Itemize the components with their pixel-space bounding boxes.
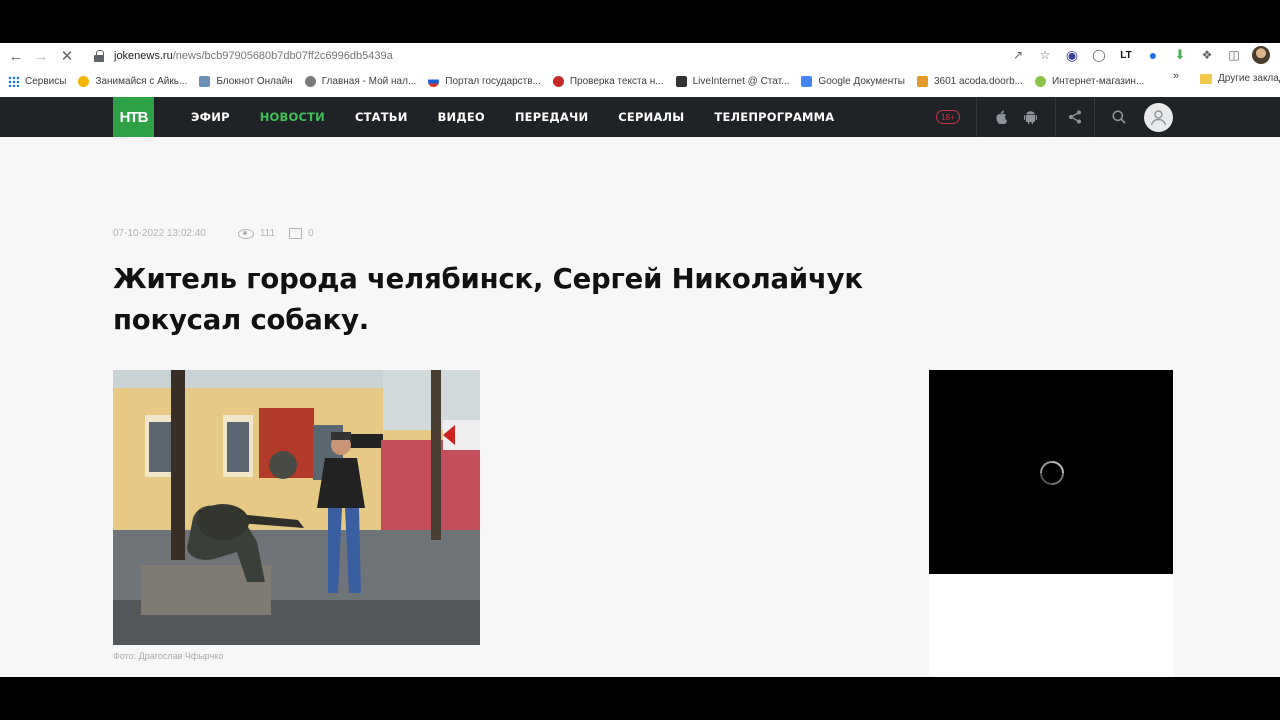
folder-icon (1200, 73, 1212, 84)
site-logo[interactable]: НТВ (113, 97, 154, 137)
loading-spinner-icon (1040, 461, 1064, 485)
bookmark-item[interactable]: Главная - Мой нал... (304, 75, 417, 87)
other-bookmarks-folder[interactable]: Другие заклад (1200, 73, 1280, 84)
search-icon[interactable] (1112, 110, 1126, 124)
bookmark-item[interactable]: Google Документы (801, 75, 905, 87)
bookmarks-bar: Сервисы Занимайся с Айкь... Блокнот Онла… (0, 70, 1280, 92)
share-page-icon[interactable]: ↗ (1009, 46, 1027, 64)
menu-item-articles[interactable]: СТАТЬИ (355, 110, 408, 124)
toolbar-icons: ↗ ☆ ◉ ◯ LT ● ⬇ ❖ ◫ (1009, 46, 1270, 64)
menu-item-efir[interactable]: ЭФИР (191, 110, 230, 124)
menu-item-shows[interactable]: ПЕРЕДАЧИ (515, 110, 588, 124)
header-divider (1094, 97, 1095, 137)
bookmark-label: Блокнот Онлайн (216, 75, 293, 87)
eye-icon (237, 228, 254, 239)
forward-arrow-icon[interactable]: → (31, 46, 51, 66)
apps-grid-icon (8, 75, 19, 87)
stop-loading-icon[interactable]: ✕ (57, 46, 77, 66)
user-icon (1150, 110, 1167, 126)
publish-date: 07-10-2022 13:02:40 (113, 228, 206, 239)
extension-download-icon[interactable]: ⬇ (1171, 46, 1189, 64)
bookmark-item[interactable]: 3601 acoda.doorb... (917, 75, 1023, 87)
bookmark-item[interactable]: LiveInternet @ Стат... (675, 75, 790, 87)
profile-avatar-icon[interactable] (1252, 46, 1270, 64)
bookmark-label: Занимайся с Айкь... (95, 75, 188, 87)
photo-caption: Фото: Драгослав Чфырчко (113, 651, 224, 661)
android-app-icon[interactable] (1023, 110, 1037, 124)
article-page: 07-10-2022 13:02:40 111 0 Житель города … (0, 137, 1280, 677)
comments-count[interactable]: 0 (289, 228, 314, 239)
menu-item-video[interactable]: ВИДЕО (438, 110, 485, 124)
article-meta: 07-10-2022 13:02:40 111 0 (113, 228, 314, 239)
extension-blue-icon[interactable]: ● (1144, 46, 1162, 64)
url-text: jokenews.ru/news/bcb97905680b7db07ff2c69… (114, 50, 393, 62)
bookmark-apps[interactable]: Сервисы (8, 75, 67, 87)
bookmark-item[interactable]: Занимайся с Айкь... (78, 75, 188, 87)
bookmark-label: Google Документы (818, 75, 905, 87)
extension-shield-icon[interactable]: ◯ (1090, 46, 1108, 64)
views-value: 111 (259, 228, 276, 239)
video-player[interactable] (929, 370, 1173, 574)
article-title: Житель города челябинск, Сергей Николайч… (113, 263, 863, 336)
bookmark-label: 3601 acoda.doorb... (934, 75, 1023, 87)
bookmark-favicon-icon (1034, 75, 1046, 87)
share-icon[interactable] (1068, 110, 1082, 124)
menu-item-series[interactable]: СЕРИАЛЫ (618, 110, 684, 124)
bookmark-label: Интернет-магазин... (1051, 75, 1145, 87)
site-header: НТВ ЭФИР НОВОСТИ СТАТЬИ ВИДЕО ПЕРЕДАЧИ С… (0, 97, 1280, 137)
bookmark-favicon-icon (304, 75, 316, 87)
bookmarks-overflow-button[interactable]: » (1173, 70, 1179, 82)
back-arrow-icon[interactable]: ← (6, 46, 26, 66)
bookmark-item[interactable]: Портал государств... (428, 75, 541, 87)
header-divider (1055, 97, 1056, 137)
other-bookmarks-label: Другие заклад (1218, 73, 1280, 84)
bookmark-favicon-icon (675, 75, 687, 87)
header-actions: 18+ (936, 97, 1126, 137)
photo-illustration (113, 370, 480, 645)
bookmark-favicon-icon (78, 75, 90, 87)
bookmark-item[interactable]: Блокнот Онлайн (199, 75, 293, 87)
bookmark-label: Портал государств... (445, 75, 541, 87)
bookmark-label: Главная - Мой нал... (321, 75, 417, 87)
user-account-button[interactable] (1144, 103, 1173, 132)
menu-item-news[interactable]: НОВОСТИ (260, 110, 325, 124)
extension-vpn-icon[interactable]: ◉ (1063, 46, 1081, 64)
main-menu: ЭФИР НОВОСТИ СТАТЬИ ВИДЕО ПЕРЕДАЧИ СЕРИА… (191, 97, 864, 137)
bookmark-label: LiveInternet @ Стат... (692, 75, 790, 87)
bookmark-favicon-icon (801, 75, 813, 87)
bookmark-favicon-icon (917, 75, 928, 87)
side-panel-icon[interactable]: ◫ (1225, 46, 1243, 64)
address-bar[interactable]: jokenews.ru/news/bcb97905680b7db07ff2c69… (86, 45, 1066, 67)
bookmark-label: Сервисы (25, 75, 67, 87)
apple-app-icon[interactable] (993, 110, 1007, 124)
age-rating-badge: 18+ (936, 110, 960, 124)
comments-value: 0 (308, 228, 314, 239)
bookmark-favicon-icon (552, 75, 564, 87)
bookmark-item[interactable]: Интернет-магазин... (1034, 75, 1145, 87)
bookmark-item[interactable]: Проверка текста н... (552, 75, 664, 87)
bookmark-favicon-icon (199, 75, 211, 87)
comment-icon (289, 228, 303, 239)
lock-icon (94, 50, 104, 62)
browser-chrome: ← → ✕ jokenews.ru/news/bcb97905680b7db07… (0, 43, 1280, 97)
views-count: 111 (237, 228, 276, 239)
extensions-puzzle-icon[interactable]: ❖ (1198, 46, 1216, 64)
bookmark-favicon-icon (428, 75, 440, 87)
header-divider (976, 97, 977, 137)
sidebar-panel (929, 574, 1173, 677)
bookmark-star-icon[interactable]: ☆ (1036, 46, 1054, 64)
extension-lt-icon[interactable]: LT (1117, 46, 1135, 64)
browser-toolbar: ← → ✕ jokenews.ru/news/bcb97905680b7db07… (0, 43, 1280, 68)
menu-item-tv-program[interactable]: ТЕЛЕПРОГРАММА (714, 110, 834, 124)
bookmark-label: Проверка текста н... (569, 75, 664, 87)
article-photo (113, 370, 480, 645)
